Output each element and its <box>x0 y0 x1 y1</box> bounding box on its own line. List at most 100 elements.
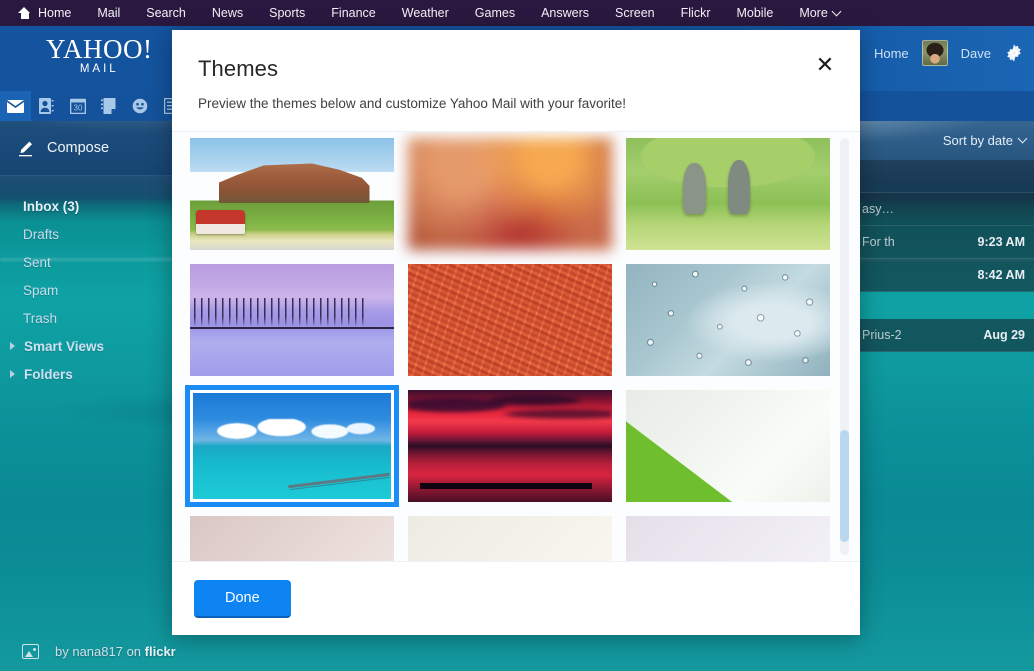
sidebar-item-label: Spam <box>23 282 59 298</box>
message-list-gap <box>856 292 1034 319</box>
compose-button[interactable]: Compose <box>0 121 174 176</box>
nav-item-mail[interactable]: Mail <box>84 0 133 26</box>
nav-item-more[interactable]: More <box>786 0 852 26</box>
nav-item-label: More <box>799 6 828 20</box>
avatar[interactable] <box>921 40 948 66</box>
nav-item-label: Sports <box>269 6 306 20</box>
scrollbar-track[interactable] <box>840 138 849 555</box>
message-row[interactable]: asy… <box>856 193 1034 226</box>
theme-option-pale-lavender[interactable] <box>626 516 830 561</box>
theme-thumbnail <box>190 138 394 250</box>
nav-item-games[interactable]: Games <box>462 0 528 26</box>
theme-thumbnail <box>408 138 612 250</box>
gear-icon[interactable] <box>1004 43 1024 63</box>
nav-item-label: News <box>211 6 244 20</box>
theme-option-purple-winter[interactable] <box>190 264 394 376</box>
nav-item-finance[interactable]: Finance <box>318 0 388 26</box>
page-title: Themes <box>198 56 279 81</box>
nav-item-search[interactable]: Search <box>133 0 199 26</box>
close-icon[interactable]: ✕ <box>810 50 840 80</box>
sidebar-item-drafts[interactable]: Drafts <box>0 220 174 248</box>
sidebar-item-sent[interactable]: Sent <box>0 248 174 276</box>
sidebar-group-folders[interactable]: Folders <box>0 360 174 388</box>
theme-thumbnail <box>626 138 830 250</box>
header-right-controls: Home Dave <box>874 40 1024 66</box>
theme-option-warm-blur[interactable] <box>408 138 612 250</box>
nav-item-label: Screen <box>615 6 655 20</box>
theme-option-red-van-mesa[interactable] <box>190 138 394 250</box>
message-row[interactable]: 8:42 AM <box>856 259 1034 292</box>
header-home-link[interactable]: Home <box>874 46 909 61</box>
yahoo-mail-app: Home Mail Search News Sports Finance Weather Ga… <box>0 0 1034 671</box>
sidebar-group-label: Folders <box>24 366 73 382</box>
calendar-icon[interactable]: 30 <box>62 91 93 121</box>
sidebar-item-spam[interactable]: Spam <box>0 276 174 304</box>
message-subject: Prius-2 <box>862 328 902 342</box>
nav-item-mobile[interactable]: Mobile <box>723 0 786 26</box>
chevron-down-icon <box>1017 133 1028 144</box>
nav-item-screen[interactable]: Screen <box>602 0 668 26</box>
nav-item-label: Mobile <box>736 6 774 20</box>
done-button[interactable]: Done <box>194 579 291 618</box>
sidebar-item-label: Inbox (3) <box>23 198 80 214</box>
theme-option-red-sunset-water[interactable] <box>408 390 612 502</box>
pencil-icon <box>17 140 34 157</box>
global-navigation-bar: Home Mail Search News Sports Finance Weather Ga… <box>0 0 1034 26</box>
message-subject: asy… <box>862 202 894 216</box>
sidebar-item-label: Sent <box>23 254 51 270</box>
nav-item-sports[interactable]: Sports <box>256 0 318 26</box>
nav-item-home[interactable]: Home <box>14 0 84 26</box>
message-row[interactable]: For th 9:23 AM <box>856 226 1034 259</box>
nav-item-label: Games <box>474 6 516 20</box>
nav-item-weather[interactable]: Weather <box>389 0 462 26</box>
sidebar-group-smart[interactable]: Smart Views <box>0 332 174 360</box>
logo-wordmark: YAHOO! <box>46 34 153 64</box>
theme-option-water-droplets[interactable] <box>626 264 830 376</box>
theme-option-turquoise-ocean-pier[interactable] <box>190 390 394 502</box>
theme-option-orange-sand-dunes[interactable] <box>408 264 612 376</box>
notepad-icon[interactable] <box>93 91 124 121</box>
theme-option-pale-beige[interactable] <box>408 516 612 561</box>
nav-item-label: Finance <box>331 6 376 20</box>
nav-item-news[interactable]: News <box>199 0 256 26</box>
contacts-icon[interactable] <box>31 91 62 121</box>
chevron-right-icon <box>10 370 15 378</box>
sort-label: Sort by date <box>942 133 1013 148</box>
dialog-footer: Done <box>172 561 860 635</box>
sidebar-group-label: Smart Views <box>24 338 105 354</box>
theme-option-pale-pink[interactable] <box>190 516 394 561</box>
theme-grid <box>172 132 860 561</box>
message-time: 9:23 AM <box>977 235 1025 249</box>
mail-icon[interactable] <box>0 91 31 121</box>
nav-item-label: Answers <box>541 6 590 20</box>
message-row[interactable] <box>856 160 1034 193</box>
sidebar-item-inbox[interactable]: Inbox (3) <box>0 192 174 220</box>
nav-item-flickr[interactable]: Flickr <box>668 0 724 26</box>
sort-by-date-control[interactable]: Sort by date <box>942 133 1028 148</box>
dialog-body <box>172 131 860 561</box>
scrollbar-thumb[interactable] <box>840 430 849 542</box>
nav-item-answers[interactable]: Answers <box>528 0 602 26</box>
sidebar-item-label: Drafts <box>23 226 60 242</box>
theme-option-green-triangle[interactable] <box>626 390 830 502</box>
nav-item-label: Search <box>146 6 186 20</box>
message-row[interactable]: Prius-2 Aug 29 <box>856 319 1034 352</box>
yahoo-mail-logo[interactable]: YAHOO! MAIL <box>46 34 153 75</box>
home-icon <box>18 7 31 19</box>
themes-dialog: Themes Preview the themes below and cust… <box>172 30 860 635</box>
theme-thumbnail <box>408 390 612 502</box>
user-name[interactable]: Dave <box>961 46 991 61</box>
sidebar: Compose Inbox (3) Drafts Sent Spam Trash Smar… <box>0 121 174 671</box>
smiley-icon[interactable] <box>124 91 155 121</box>
message-time: 8:42 AM <box>977 268 1025 282</box>
message-time: Aug 29 <box>983 328 1025 342</box>
svg-text:30: 30 <box>73 104 82 113</box>
logo-subtext: MAIL <box>79 63 119 75</box>
theme-thumbnail <box>408 516 612 561</box>
dialog-subtitle: Preview the themes below and customize Y… <box>198 96 626 111</box>
chevron-down-icon <box>831 6 842 17</box>
theme-option-green-army-men[interactable] <box>626 138 830 250</box>
theme-thumbnail <box>190 516 394 561</box>
sidebar-item-label: Trash <box>23 310 58 326</box>
sidebar-item-trash[interactable]: Trash <box>0 304 174 332</box>
